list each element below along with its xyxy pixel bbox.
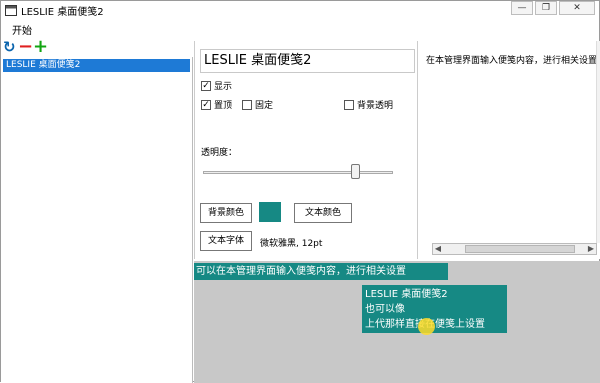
notes-list: LESLIE 桌面便笺2 [1, 57, 193, 383]
restore-button[interactable]: ❐ [535, 1, 557, 15]
toolbar: ↻ − + [3, 38, 48, 56]
scroll-thumb[interactable] [465, 245, 575, 253]
title-bar[interactable]: LESLIE 桌面便笺2 — ❐ ✕ [1, 1, 599, 19]
font-button[interactable]: 文本字体 [200, 231, 252, 251]
top-label: 置顶 [214, 101, 233, 111]
show-label: 显示 [214, 82, 233, 92]
bg-transparent-label: 背景透明 [357, 101, 394, 111]
horizontal-scrollbar[interactable]: ◀ ▶ [432, 243, 597, 255]
minus-icon[interactable]: − [18, 38, 33, 56]
note-title-input[interactable]: LESLIE 桌面便笺2 [200, 49, 415, 73]
bg-transparent-check-icon [344, 99, 354, 110]
opacity-label: 透明度： [201, 148, 238, 158]
show-checkbox[interactable]: ✓ 显示 [201, 79, 232, 92]
minimize-button[interactable]: — [511, 1, 533, 15]
menu-bar: 开始 [1, 20, 599, 37]
close-button[interactable]: ✕ [559, 1, 595, 15]
fixed-checkbox[interactable]: 固定 [242, 98, 273, 111]
scroll-right-icon[interactable]: ▶ [586, 244, 596, 254]
opacity-slider-thumb[interactable] [351, 164, 360, 179]
app-icon [5, 4, 17, 16]
preview-text-area[interactable]: 在本管理界面输入便笺内容，进行相关设置 ◀ ▶ [417, 41, 600, 259]
opacity-slider-track[interactable] [203, 171, 393, 174]
list-item[interactable]: LESLIE 桌面便笺2 [3, 59, 190, 72]
fixed-check-icon [242, 99, 252, 110]
font-value: 微软雅黑, 12pt [260, 239, 323, 249]
settings-panel: LESLIE 桌面便笺2 ✓ 显示 ✓ 置顶 固定 背景透明 透明度： 背景颜色… [194, 41, 416, 259]
show-check-icon: ✓ [201, 80, 211, 91]
menu-start[interactable]: 开始 [12, 22, 32, 37]
text-color-button[interactable]: 文本颜色 [294, 203, 352, 223]
desktop-preview-area: 可以在本管理界面输入便笺内容，进行相关设置 LESLIE 桌面便笺2 也可以像 … [194, 261, 600, 383]
plus-icon[interactable]: + [33, 38, 48, 56]
fixed-label: 固定 [255, 101, 274, 111]
preview-text: 在本管理界面输入便笺内容，进行相关设置 [426, 56, 598, 66]
note-line: 也可以像 [365, 304, 405, 315]
bg-color-swatch[interactable] [259, 202, 281, 222]
refresh-icon[interactable]: ↻ [3, 40, 16, 55]
app-window: LESLIE 桌面便笺2 — ❐ ✕ 开始 ↻ − + LESLIE 桌面便笺2… [0, 0, 600, 383]
window-controls: — ❐ ✕ [509, 1, 595, 15]
vertical-scrollbar[interactable] [596, 41, 600, 243]
note-line: LESLIE 桌面便笺2 [365, 289, 448, 300]
instruction-banner: 可以在本管理界面输入便笺内容，进行相关设置 [194, 263, 448, 280]
bg-transparent-checkbox[interactable]: 背景透明 [344, 98, 393, 111]
top-checkbox[interactable]: ✓ 置顶 [201, 98, 232, 111]
bg-color-button[interactable]: 背景颜色 [200, 203, 252, 223]
window-title: LESLIE 桌面便笺2 [21, 6, 104, 18]
scroll-left-icon[interactable]: ◀ [433, 244, 443, 254]
top-check-icon: ✓ [201, 99, 211, 110]
cursor-highlight [418, 318, 435, 335]
